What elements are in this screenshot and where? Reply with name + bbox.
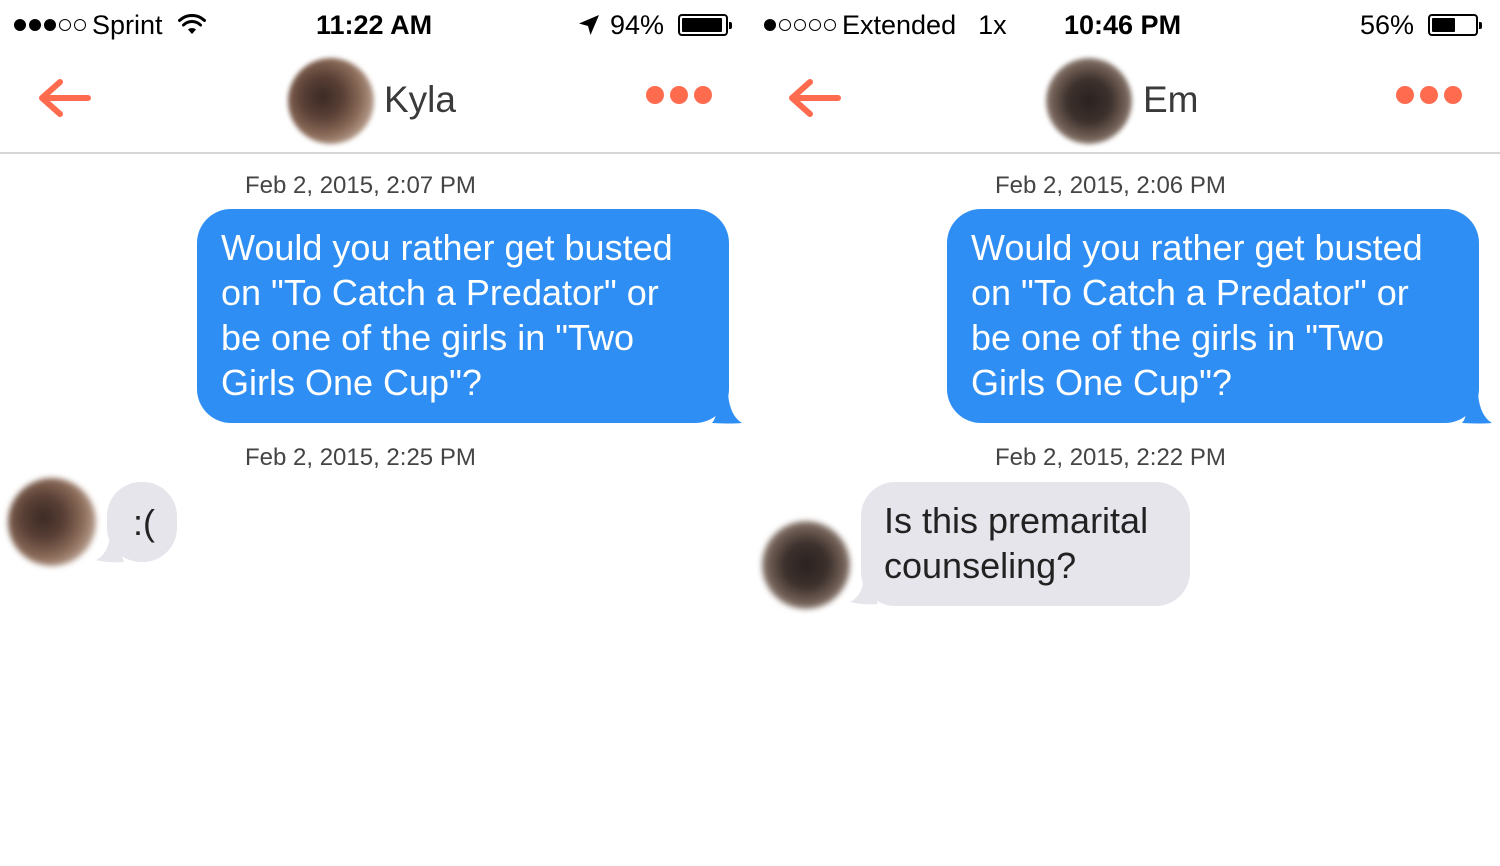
- bubble-tail: [1462, 394, 1492, 424]
- battery-group: 94%: [578, 8, 732, 42]
- carrier-name: Sprint: [92, 10, 163, 40]
- status-bar: Extended 1x 10:46 PM 56%: [750, 0, 1500, 50]
- battery-percent: 56%: [1360, 10, 1415, 40]
- outgoing-message-bubble[interactable]: Would you rather get busted on "To Catch…: [947, 209, 1479, 423]
- carrier-name: Extended: [842, 10, 957, 40]
- message-timestamp: Feb 2, 2015, 2:25 PM: [245, 444, 476, 471]
- conversation-header: Kyla: [0, 50, 750, 154]
- chat-screen-em: Extended 1x 10:46 PM 56% Em Feb 2, 2015, …: [750, 0, 1500, 866]
- message-timestamp: Feb 2, 2015, 2:06 PM: [995, 172, 1226, 199]
- contact-name[interactable]: Em: [1143, 78, 1199, 122]
- contact-name[interactable]: Kyla: [384, 78, 456, 122]
- battery-group: 56%: [1360, 8, 1482, 42]
- contact-avatar[interactable]: [288, 58, 374, 144]
- battery-percent: 94%: [610, 10, 665, 40]
- status-bar: Sprint 11:22 AM 94%: [0, 0, 750, 50]
- clock: 10:46 PM: [1064, 10, 1182, 40]
- sender-avatar[interactable]: [8, 478, 96, 566]
- outgoing-message-bubble[interactable]: Would you rather get busted on "To Catch…: [197, 209, 729, 423]
- signal-dots-icon: [764, 18, 836, 31]
- carrier-group: Sprint: [14, 8, 207, 42]
- chat-screen-kyla: Sprint 11:22 AM 94% Kyla Feb 2, 2015, 2:…: [0, 0, 750, 866]
- message-timestamp: Feb 2, 2015, 2:22 PM: [995, 444, 1226, 471]
- more-dots-icon[interactable]: [646, 86, 712, 104]
- battery-icon: [677, 13, 732, 36]
- more-dots-icon[interactable]: [1396, 86, 1462, 104]
- zoom-indicator: 1x: [978, 10, 1007, 40]
- location-arrow-icon: [579, 14, 599, 35]
- clock: 11:22 AM: [316, 10, 433, 40]
- back-arrow-icon[interactable]: [36, 78, 92, 118]
- incoming-message-bubble[interactable]: :(: [107, 482, 177, 562]
- signal-dots-icon: [14, 18, 86, 31]
- screenshot-pair: Sprint 11:22 AM 94% Kyla Feb 2, 2015, 2:…: [0, 0, 1500, 866]
- battery-icon: [1427, 13, 1482, 36]
- wifi-icon: [178, 13, 207, 34]
- message-timestamp: Feb 2, 2015, 2:07 PM: [245, 172, 476, 199]
- sender-avatar[interactable]: [762, 521, 850, 609]
- carrier-group: Extended 1x: [764, 8, 1007, 42]
- bubble-tail: [712, 394, 742, 424]
- incoming-message-bubble[interactable]: Is this premarital counseling?: [861, 482, 1190, 606]
- back-arrow-icon[interactable]: [786, 78, 842, 118]
- contact-avatar[interactable]: [1046, 58, 1132, 144]
- conversation-header: Em: [750, 50, 1500, 154]
